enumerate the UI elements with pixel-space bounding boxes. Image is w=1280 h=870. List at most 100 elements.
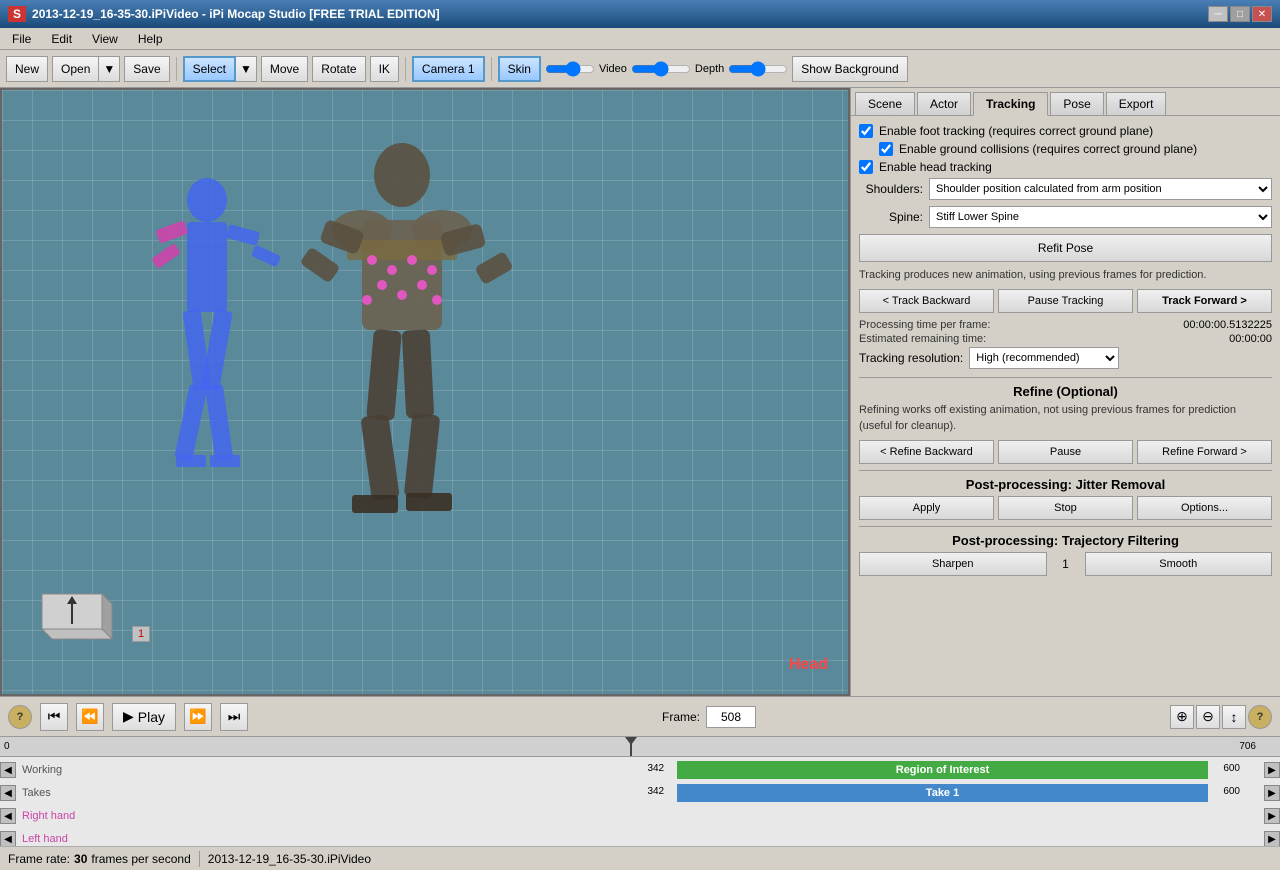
timeline-ruler: 0 706	[0, 737, 1280, 757]
head-tracking-checkbox[interactable]	[859, 160, 873, 174]
apply-button[interactable]: Apply	[859, 496, 994, 520]
pause-tracking-button[interactable]: Pause Tracking	[998, 289, 1133, 313]
tab-actor[interactable]: Actor	[917, 92, 971, 115]
minimize-button[interactable]: ─	[1208, 6, 1228, 22]
menu-view[interactable]: View	[88, 31, 122, 47]
trajectory-value: 1	[1051, 557, 1081, 571]
track-nav-left-right-hand[interactable]: ◀	[0, 808, 16, 824]
open-dropdown-arrow[interactable]: ▼	[99, 56, 120, 82]
track-forward-button[interactable]: Track Forward >	[1137, 289, 1272, 313]
jitter-buttons-row: Apply Stop Options...	[859, 496, 1272, 520]
skin-button[interactable]: Skin	[498, 56, 541, 82]
track-nav-left-left-hand[interactable]: ◀	[0, 831, 16, 846]
skin-slider-container	[545, 62, 595, 76]
refit-pose-button[interactable]: Refit Pose	[859, 234, 1272, 262]
move-button[interactable]: Move	[261, 56, 308, 82]
head-tracking-row: Enable head tracking	[859, 160, 1272, 174]
pause-button[interactable]: Pause	[998, 440, 1133, 464]
ik-button[interactable]: IK	[370, 56, 399, 82]
timeline[interactable]: 0 706 ◀ Working 342 Region of Interest 6…	[0, 736, 1280, 846]
smooth-button[interactable]: Smooth	[1085, 552, 1273, 576]
track-nav-left-takes[interactable]: ◀	[0, 785, 16, 801]
track-buttons-row: < Track Backward Pause Tracking Track Fo…	[859, 289, 1272, 313]
frame-rate-value: 30	[74, 852, 87, 866]
box-3d-1	[32, 584, 132, 644]
rotate-button[interactable]: Rotate	[312, 56, 365, 82]
timeline-playhead[interactable]	[630, 737, 632, 756]
go-to-start-button[interactable]: ⏮	[40, 703, 68, 731]
shoulders-select[interactable]: Shoulder position calculated from arm po…	[929, 178, 1272, 200]
status-separator	[199, 851, 200, 867]
track-bar-working[interactable]: Region of Interest	[677, 761, 1207, 779]
go-to-end-button[interactable]: ⏭	[220, 703, 248, 731]
title-bar-controls[interactable]: ─ □ ✕	[1208, 6, 1272, 22]
panel-content: Enable foot tracking (requires correct g…	[851, 116, 1280, 696]
menu-file[interactable]: File	[8, 31, 35, 47]
open-button[interactable]: Open	[52, 56, 99, 82]
skin-slider[interactable]	[545, 62, 595, 76]
menu-help[interactable]: Help	[134, 31, 167, 47]
tab-export[interactable]: Export	[1106, 92, 1167, 115]
help-button-right[interactable]: ?	[1248, 705, 1272, 729]
open-dropdown[interactable]: Open ▼	[52, 56, 120, 82]
step-backward-button[interactable]: ⏪	[76, 703, 104, 731]
track-nav-left-working[interactable]: ◀	[0, 762, 16, 778]
stop-button[interactable]: Stop	[998, 496, 1133, 520]
dark-figure	[292, 140, 512, 560]
estimated-remaining-value: 00:00:00	[1229, 333, 1272, 345]
trajectory-buttons-row: Sharpen 1 Smooth	[859, 552, 1272, 576]
fps-label: frames per second	[91, 852, 190, 866]
menu-edit[interactable]: Edit	[47, 31, 76, 47]
track-bar-takes[interactable]: Take 1	[677, 784, 1207, 802]
show-background-button[interactable]: Show Background	[792, 56, 907, 82]
window-title: 2013-12-19_16-35-30.iPiVideo - iPi Mocap…	[32, 7, 440, 21]
zoom-in-button[interactable]: ⊕	[1170, 705, 1194, 729]
track-row-takes: ◀ Takes 342 Take 1 600 ▶	[0, 782, 1280, 804]
track-nav-right-left-hand[interactable]: ▶	[1264, 831, 1280, 846]
track-nav-right-takes[interactable]: ▶	[1264, 785, 1280, 801]
close-button[interactable]: ✕	[1252, 6, 1272, 22]
sharpen-button[interactable]: Sharpen	[859, 552, 1047, 576]
zoom-out-button[interactable]: ⊖	[1196, 705, 1220, 729]
refine-backward-button[interactable]: < Refine Backward	[859, 440, 994, 464]
foot-tracking-checkbox[interactable]	[859, 124, 873, 138]
tab-scene[interactable]: Scene	[855, 92, 915, 115]
select-dropdown[interactable]: Select ▼	[183, 56, 257, 82]
spine-select[interactable]: Stiff Lower Spine	[929, 206, 1272, 228]
viewport[interactable]: 1 Head	[0, 88, 850, 696]
track-backward-button[interactable]: < Track Backward	[859, 289, 994, 313]
tab-tracking[interactable]: Tracking	[973, 92, 1048, 116]
video-slider[interactable]	[631, 62, 691, 76]
ruler-end: 706	[1239, 741, 1256, 752]
save-button[interactable]: Save	[124, 56, 169, 82]
options-button[interactable]: Options...	[1137, 496, 1272, 520]
shoulders-label: Shoulders:	[859, 182, 929, 196]
refine-forward-button[interactable]: Refine Forward >	[1137, 440, 1272, 464]
trajectory-section-title: Post-processing: Trajectory Filtering	[859, 533, 1272, 548]
depth-slider-container	[728, 62, 788, 76]
track-end-takes: 600	[1223, 786, 1240, 797]
track-nav-right-working[interactable]: ▶	[1264, 762, 1280, 778]
camera-button[interactable]: Camera 1	[412, 56, 485, 82]
tab-pose[interactable]: Pose	[1050, 92, 1103, 115]
tracking-resolution-row: Tracking resolution: High (recommended)	[859, 347, 1272, 369]
new-button[interactable]: New	[6, 56, 48, 82]
select-dropdown-arrow[interactable]: ▼	[236, 56, 257, 82]
step-forward-button[interactable]: ⏩	[184, 703, 212, 731]
select-button[interactable]: Select	[183, 56, 236, 82]
ground-collisions-checkbox[interactable]	[879, 142, 893, 156]
depth-slider[interactable]	[728, 62, 788, 76]
spine-label: Spine:	[859, 210, 929, 224]
3d-boxes	[32, 584, 132, 644]
maximize-button[interactable]: □	[1230, 6, 1250, 22]
play-button[interactable]: ▶ Play	[112, 703, 176, 731]
toolbar-separator-3	[491, 57, 492, 81]
shoulders-row: Shoulders: Shoulder position calculated …	[859, 178, 1272, 200]
zoom-fit-button[interactable]: ↕	[1222, 705, 1246, 729]
help-button-left[interactable]: ?	[8, 705, 32, 729]
frame-display: Frame: 508	[662, 706, 756, 728]
tracking-resolution-select[interactable]: High (recommended)	[969, 347, 1119, 369]
track-nav-right-right-hand[interactable]: ▶	[1264, 808, 1280, 824]
frame-input[interactable]: 508	[706, 706, 756, 728]
frame-label: Frame:	[662, 710, 700, 724]
